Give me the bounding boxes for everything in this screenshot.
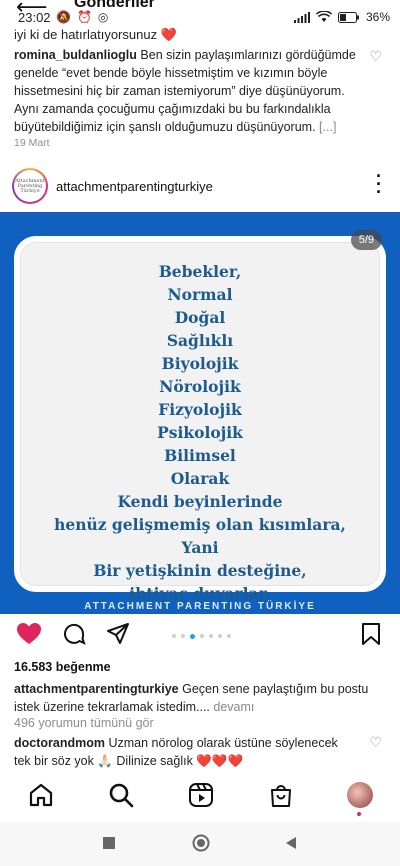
signal-icon <box>293 11 310 23</box>
card-text: Bebekler, Normal Doğal Sağlıklı Biyolojik Nör… <box>20 260 380 605</box>
carousel-dot <box>218 634 222 638</box>
card-text-line: Doğal <box>174 308 226 327</box>
post-caption: attachmentparentingturkiye Geçen sene pa… <box>14 680 386 716</box>
like-heart-icon[interactable] <box>16 622 42 646</box>
carousel-counter: 5/9 <box>350 230 382 250</box>
comment-date: 19 Mart <box>14 137 50 149</box>
card-text-line: Biyolojik <box>161 354 239 373</box>
notification-dot <box>357 812 361 816</box>
carousel-dot <box>227 634 231 638</box>
carousel-dot-active <box>190 634 195 639</box>
shop-icon[interactable] <box>268 782 294 808</box>
home-button-icon[interactable] <box>192 834 210 852</box>
battery-percent: 36% <box>365 10 390 24</box>
alarm-icon: ⏰ <box>76 10 92 24</box>
carousel-dot <box>209 634 213 638</box>
carousel-indicator <box>172 634 231 639</box>
card-text-line: Psikolojik <box>157 423 243 442</box>
comment-icon[interactable] <box>62 622 86 646</box>
bottom-navigation <box>0 776 400 816</box>
share-icon[interactable] <box>106 622 130 646</box>
text-card: Bebekler, Normal Doğal Sağlıklı Biyolojik Nör… <box>14 236 386 603</box>
card-text-line: Normal <box>167 285 233 304</box>
card-text-line: Nörolojik <box>159 377 241 396</box>
card-text-line: Olarak <box>170 469 230 488</box>
comment-hearts: ❤️❤️❤️ <box>196 754 244 768</box>
carousel-dot <box>172 634 176 638</box>
avatar-logo: Attachment Parenting Türkiye <box>14 170 46 202</box>
card-text-line: Bebekler, <box>158 262 242 281</box>
previous-comment-text: iyi ki de hatırlatıyorsunuz ❤️ <box>14 27 177 42</box>
battery-icon <box>337 11 359 23</box>
post-image[interactable]: Bebekler, Normal Doğal Sağlıklı Biyolojik Nör… <box>0 212 400 614</box>
instagram-icon: ◎ <box>97 10 109 24</box>
bookmark-icon[interactable] <box>360 622 382 646</box>
carousel-dot <box>200 634 204 638</box>
profile-avatar[interactable] <box>347 782 373 808</box>
card-text-line: Fizyolojik <box>158 400 242 419</box>
card-text-line: henüz gelişmemiş olan kısımlara, <box>54 515 346 534</box>
carousel-dot <box>181 634 185 638</box>
system-navigation-bar <box>0 822 400 866</box>
mute-icon: 🔕 <box>56 10 71 24</box>
status-time: 23:02 <box>18 10 51 25</box>
recents-icon[interactable] <box>102 836 116 850</box>
comment-username[interactable]: doctorandmom <box>14 736 105 750</box>
more-options-icon[interactable]: · · · <box>376 167 382 201</box>
comment-more-link[interactable]: [...] <box>319 120 336 134</box>
card-text-line: Sağlıklı <box>166 331 234 350</box>
search-icon[interactable] <box>108 782 134 808</box>
comment-item: romina_buldanlioglu Ben sizin paylaşımla… <box>14 46 356 136</box>
reels-icon[interactable] <box>188 782 214 808</box>
card-text-line: Bir yetişkinin desteğine, <box>93 561 307 580</box>
comment-item: doctorandmom Uzman nörolog olarak üstüne… <box>14 734 356 770</box>
comment-like-icon[interactable]: ♡ <box>369 734 382 751</box>
comment-like-icon[interactable]: ♡ <box>369 48 382 65</box>
like-count[interactable]: 16.583 beğenme <box>14 660 111 674</box>
wifi-icon <box>315 11 332 22</box>
back-button-icon[interactable] <box>284 836 298 850</box>
avatar[interactable]: Attachment Parenting Türkiye <box>12 168 48 204</box>
brand-footer: ATTACHMENT PARENTING TÜRKİYE <box>84 601 316 612</box>
card-text-line: Bilimsel <box>164 446 236 465</box>
notification-icons: 🔕 ⏰ ◎ <box>56 10 108 24</box>
post-actions <box>0 622 400 652</box>
caption-more-link[interactable]: devamı <box>213 700 254 714</box>
post-header: Attachment Parenting Türkiye attachmentp… <box>0 166 400 210</box>
system-icons: 36% <box>293 10 390 24</box>
post-username[interactable]: attachmentparentingturkiye <box>56 179 213 194</box>
caption-username[interactable]: attachmentparentingturkiye <box>14 682 179 696</box>
card-text-line: Yani <box>181 538 219 557</box>
view-all-comments-link[interactable]: 496 yorumun tümünü gör <box>14 716 154 730</box>
card-text-line: Kendi beyinlerinde <box>117 492 283 511</box>
comment-username[interactable]: romina_buldanlioglu <box>14 48 137 62</box>
home-icon[interactable] <box>28 782 54 808</box>
